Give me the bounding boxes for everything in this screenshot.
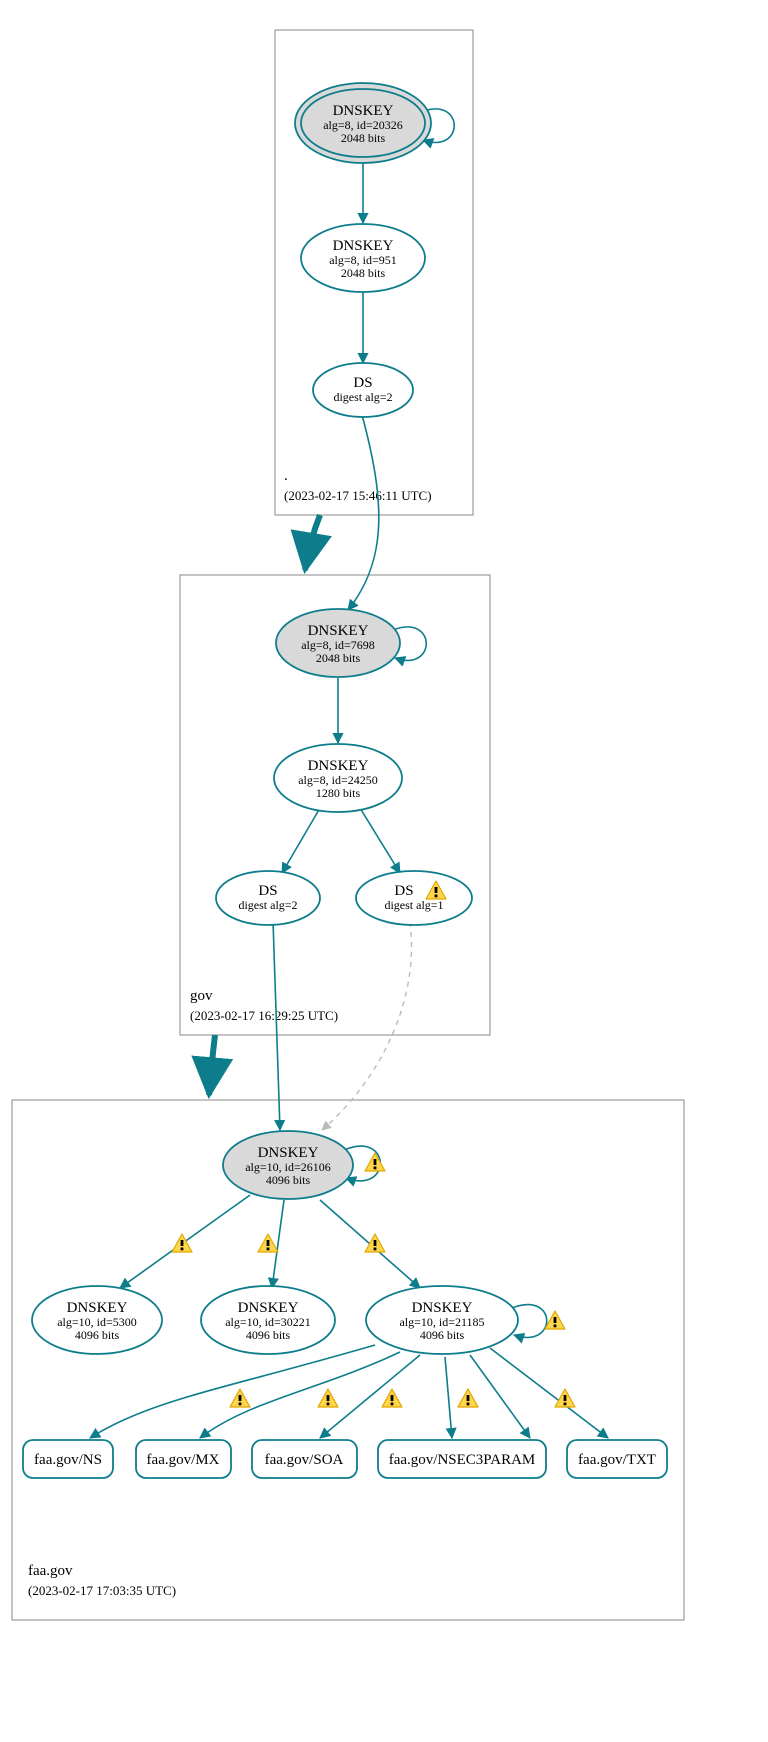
svg-text:digest alg=1: digest alg=1: [384, 898, 443, 912]
svg-text:4096 bits: 4096 bits: [246, 1328, 291, 1342]
svg-text:DNSKEY: DNSKEY: [308, 758, 369, 774]
node-root-ksk: DNSKEY alg=8, id=20326 2048 bits: [295, 83, 431, 163]
zone-faa-timestamp: (2023-02-17 17:03:35 UTC): [28, 1583, 176, 1598]
svg-text:2048 bits: 2048 bits: [316, 651, 361, 665]
node-rr-nsec3: faa.gov/NSEC3PARAM: [378, 1440, 546, 1478]
svg-text:alg=8, id=20326: alg=8, id=20326: [323, 118, 403, 132]
warning-icon: [318, 1389, 338, 1407]
svg-text:DS: DS: [258, 883, 277, 899]
zone-gov-label: gov: [190, 988, 213, 1004]
svg-text:DNSKEY: DNSKEY: [333, 238, 394, 254]
edge-rootds-to-govksk: [348, 415, 379, 610]
svg-text:faa.gov/TXT: faa.gov/TXT: [578, 1452, 656, 1468]
node-gov-zsk: DNSKEY alg=8, id=24250 1280 bits: [274, 744, 402, 812]
edge-k3-to-mx: [200, 1352, 400, 1438]
svg-text:2048 bits: 2048 bits: [341, 266, 386, 280]
delegation-root-to-gov: [305, 515, 320, 570]
warning-icon: [365, 1153, 385, 1171]
warning-icon: [172, 1234, 192, 1252]
svg-text:DNSKEY: DNSKEY: [258, 1145, 319, 1161]
node-gov-ksk: DNSKEY alg=8, id=7698 2048 bits: [276, 609, 400, 677]
edge-k3-to-nsec3: [445, 1357, 452, 1438]
svg-text:4096 bits: 4096 bits: [266, 1173, 311, 1187]
svg-text:2048 bits: 2048 bits: [341, 131, 386, 145]
svg-text:DS: DS: [353, 375, 372, 391]
warning-icon: [382, 1389, 402, 1407]
node-rr-mx: faa.gov/MX: [136, 1440, 231, 1478]
warning-icon: [555, 1389, 575, 1407]
edge-k3-to-txt: [490, 1348, 608, 1438]
svg-text:DNSKEY: DNSKEY: [67, 1300, 128, 1316]
warning-icon: [230, 1389, 250, 1407]
edge-ds1-to-faaksk: [322, 922, 412, 1130]
edge-govzsk-to-ds2: [282, 808, 320, 873]
svg-text:faa.gov/NSEC3PARAM: faa.gov/NSEC3PARAM: [389, 1452, 536, 1468]
svg-text:faa.gov/MX: faa.gov/MX: [147, 1452, 220, 1468]
svg-text:alg=8, id=24250: alg=8, id=24250: [298, 773, 378, 787]
edge-govzsk-to-ds1: [360, 808, 400, 873]
svg-text:faa.gov/SOA: faa.gov/SOA: [265, 1452, 344, 1468]
edge-k3-to-ns: [90, 1345, 375, 1438]
svg-text:digest alg=2: digest alg=2: [333, 390, 392, 404]
warning-icon: [545, 1311, 565, 1329]
warning-icon: [258, 1234, 278, 1252]
edge-k3-to-nsec3b: [470, 1355, 530, 1438]
edge-ds2-to-faaksk: [273, 921, 280, 1130]
svg-text:DNSKEY: DNSKEY: [333, 103, 394, 119]
svg-text:alg=10, id=30221: alg=10, id=30221: [225, 1315, 311, 1329]
zone-faa-label: faa.gov: [28, 1563, 73, 1579]
zone-root-timestamp: (2023-02-17 15:46:11 UTC): [284, 488, 432, 503]
node-faa-ksk: DNSKEY alg=10, id=26106 4096 bits: [223, 1131, 353, 1199]
node-gov-ds1: DS digest alg=1: [356, 871, 472, 925]
node-faa-k1: DNSKEY alg=10, id=5300 4096 bits: [32, 1286, 162, 1354]
node-root-ds: DS digest alg=2: [313, 363, 413, 417]
svg-text:alg=10, id=5300: alg=10, id=5300: [57, 1315, 137, 1329]
warning-icon: [458, 1389, 478, 1407]
svg-text:digest alg=2: digest alg=2: [238, 898, 297, 912]
zone-root-label: .: [284, 468, 288, 484]
svg-text:alg=10, id=21185: alg=10, id=21185: [399, 1315, 484, 1329]
svg-text:alg=8, id=951: alg=8, id=951: [329, 253, 397, 267]
svg-text:DNSKEY: DNSKEY: [308, 623, 369, 639]
node-rr-txt: faa.gov/TXT: [567, 1440, 667, 1478]
node-faa-k2: DNSKEY alg=10, id=30221 4096 bits: [201, 1286, 335, 1354]
svg-text:4096 bits: 4096 bits: [420, 1328, 465, 1342]
edge-k3-to-soa: [320, 1355, 420, 1438]
svg-text:DS: DS: [394, 883, 413, 899]
svg-text:DNSKEY: DNSKEY: [238, 1300, 299, 1316]
svg-text:faa.gov/NS: faa.gov/NS: [34, 1452, 102, 1468]
node-root-zsk: DNSKEY alg=8, id=951 2048 bits: [301, 224, 425, 292]
node-faa-k3: DNSKEY alg=10, id=21185 4096 bits: [366, 1286, 518, 1354]
node-rr-ns: faa.gov/NS: [23, 1440, 113, 1478]
zone-gov-timestamp: (2023-02-17 16:29:25 UTC): [190, 1008, 338, 1023]
node-rr-soa: faa.gov/SOA: [252, 1440, 357, 1478]
svg-text:DNSKEY: DNSKEY: [412, 1300, 473, 1316]
svg-text:alg=10, id=26106: alg=10, id=26106: [245, 1160, 331, 1174]
svg-text:4096 bits: 4096 bits: [75, 1328, 120, 1342]
svg-text:1280 bits: 1280 bits: [316, 786, 361, 800]
delegation-gov-to-faa: [209, 1035, 215, 1095]
node-gov-ds2: DS digest alg=2: [216, 871, 320, 925]
svg-text:alg=8, id=7698: alg=8, id=7698: [301, 638, 375, 652]
